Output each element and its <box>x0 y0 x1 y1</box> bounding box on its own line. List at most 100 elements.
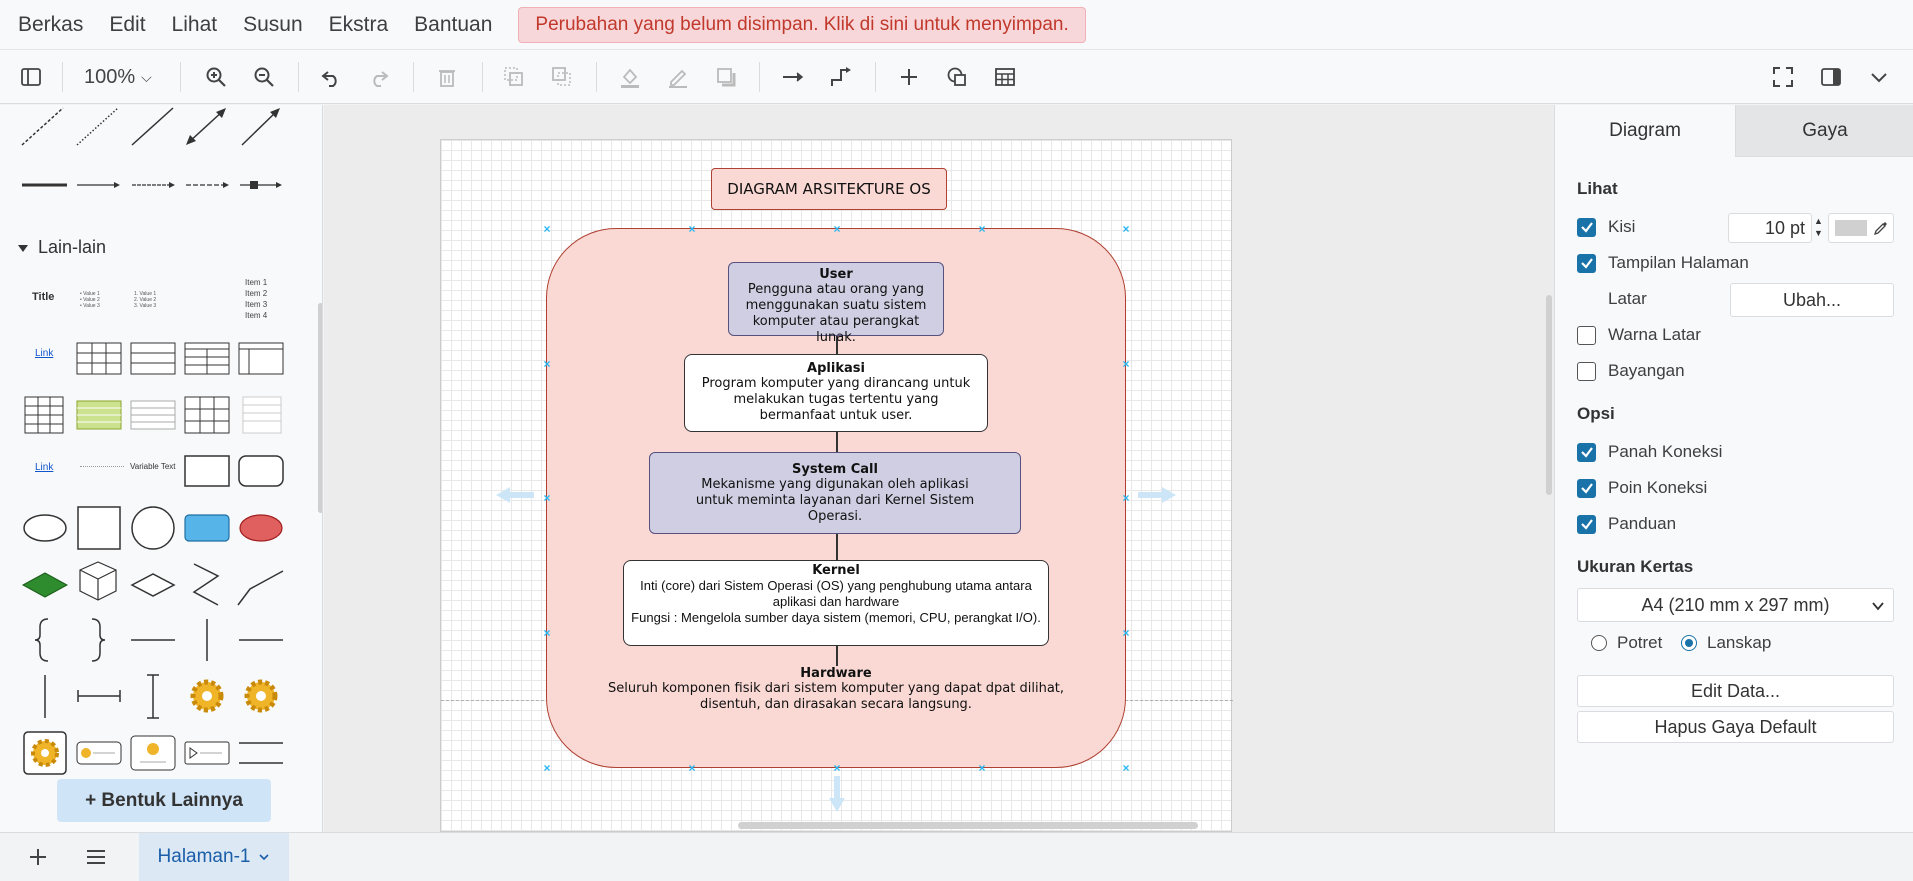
selection-handle[interactable]: × <box>1121 762 1131 774</box>
palette-hatched-rect[interactable] <box>184 514 230 542</box>
selection-handle[interactable]: × <box>977 223 987 235</box>
selection-handle[interactable]: × <box>832 762 842 774</box>
palette-brace-right[interactable] <box>91 618 106 662</box>
shadow-option[interactable]: Bayangan <box>1577 361 1685 381</box>
portrait-radio[interactable] <box>1591 635 1607 651</box>
palette-dotted-line[interactable] <box>76 107 119 146</box>
palette-gear-selected[interactable] <box>23 731 67 775</box>
palette-connector-2[interactable] <box>132 182 175 188</box>
palette-square[interactable] <box>77 506 121 550</box>
shapes-icon[interactable] <box>937 50 977 104</box>
selection-handle[interactable]: × <box>832 223 842 235</box>
palette-connector-4[interactable] <box>240 181 282 189</box>
selection-handle[interactable]: × <box>1121 492 1131 504</box>
palette-zigzag[interactable] <box>192 563 220 606</box>
shadow-checkbox[interactable] <box>1577 361 1596 381</box>
selection-handle[interactable]: × <box>687 762 697 774</box>
palette-green-rhombus[interactable] <box>21 572 69 598</box>
palette-table-7[interactable] <box>184 396 230 434</box>
diagram-title[interactable]: DIAGRAM ARSITEKTURE OS <box>711 168 947 210</box>
connection-arrows-option[interactable]: Panah Koneksi <box>1577 442 1722 462</box>
connection-points-option[interactable]: Poin Koneksi <box>1577 478 1707 498</box>
palette-variable-text[interactable]: Variable Text <box>130 462 176 471</box>
palette-label-gear-2[interactable] <box>130 735 176 771</box>
format-panel-icon[interactable] <box>1811 50 1851 104</box>
selection-handle[interactable]: × <box>1121 358 1131 370</box>
grid-option[interactable]: Kisi <box>1577 217 1635 237</box>
fullscreen-icon[interactable] <box>1763 50 1803 104</box>
node-application[interactable]: Aplikasi Program komputer yang dirancang… <box>684 354 988 432</box>
palette-rect[interactable] <box>184 455 230 487</box>
grid-color-picker[interactable] <box>1828 213 1894 243</box>
node-hardware[interactable]: Hardware Seluruh komponen fisik dari sis… <box>571 666 1101 716</box>
undo-icon[interactable] <box>311 50 351 104</box>
clone-arrow-left-icon[interactable] <box>496 485 536 505</box>
palette-bullet-list[interactable]: • Value 1• Value 2• Value 3 <box>80 291 100 309</box>
node-user[interactable]: User Pengguna atau orang yang menggunaka… <box>728 262 944 345</box>
section-title-misc[interactable]: Lain-lain <box>38 237 106 258</box>
palette-brace-left[interactable] <box>34 618 49 662</box>
connection-points-checkbox[interactable] <box>1577 478 1596 498</box>
connection-arrows-checkbox[interactable] <box>1577 442 1596 462</box>
insert-plus-icon[interactable] <box>889 50 929 104</box>
palette-rounded-rect[interactable] <box>238 455 284 487</box>
menu-file[interactable]: Berkas <box>18 13 83 37</box>
palette-diamond[interactable] <box>130 573 176 597</box>
grid-checkbox[interactable] <box>1577 217 1596 237</box>
collapse-chevron-icon[interactable] <box>1859 50 1899 104</box>
palette-cube[interactable] <box>79 561 117 601</box>
selection-handle[interactable]: × <box>977 762 987 774</box>
zoom-dropdown[interactable]: 100% ⌵ <box>84 50 152 104</box>
pages-menu-icon[interactable] <box>84 845 108 874</box>
grid-size-input[interactable]: 10 pt <box>1728 213 1812 243</box>
orientation-portrait-option[interactable]: Potret <box>1591 633 1662 653</box>
guides-option[interactable]: Panduan <box>1577 514 1676 534</box>
palette-table-grid[interactable] <box>76 342 122 375</box>
palette-item-list[interactable]: Item 1 Item 2 Item 3 Item 4 <box>245 277 267 321</box>
paper-size-select[interactable]: A4 (210 mm x 297 mm) <box>1577 588 1894 622</box>
palette-table-5[interactable] <box>24 396 64 434</box>
drawing-canvas[interactable]: DIAGRAM ARSITEKTURE OS User Pengguna ata… <box>324 105 1554 832</box>
zoom-in-icon[interactable] <box>196 50 236 104</box>
selection-handle[interactable]: × <box>542 358 552 370</box>
edit-data-button[interactable]: Edit Data... <box>1577 675 1894 707</box>
selection-handle[interactable]: × <box>542 223 552 235</box>
palette-connector[interactable] <box>77 182 120 188</box>
selection-handle[interactable]: × <box>542 627 552 639</box>
palette-circle[interactable] <box>131 506 175 550</box>
zoom-out-icon[interactable] <box>244 50 284 104</box>
palette-hatched-ellipse[interactable] <box>239 514 283 542</box>
palette-link-2[interactable]: Link <box>35 462 53 473</box>
palette-horizontal-rule[interactable] <box>80 466 124 467</box>
diagram-page[interactable]: DIAGRAM ARSITEKTURE OS User Pengguna ata… <box>440 139 1233 832</box>
palette-table-2[interactable] <box>130 342 176 375</box>
palette-table-4[interactable] <box>238 342 284 375</box>
selection-handle[interactable]: × <box>542 762 552 774</box>
palette-double-line[interactable] <box>239 742 283 764</box>
orientation-landscape-option[interactable]: Lanskap <box>1681 633 1771 653</box>
palette-slant-line[interactable] <box>237 570 284 606</box>
to-front-icon[interactable] <box>494 50 534 104</box>
selection-handle[interactable]: × <box>1121 223 1131 235</box>
table-icon[interactable] <box>985 50 1025 104</box>
palette-line[interactable] <box>131 107 174 146</box>
connector-app-syscall[interactable] <box>836 432 838 452</box>
palette-table-8[interactable] <box>242 396 282 434</box>
more-shapes-button[interactable]: + Bentuk Lainnya <box>57 779 271 822</box>
clone-arrow-right-icon[interactable] <box>1136 485 1176 505</box>
palette-arrow[interactable] <box>241 108 280 146</box>
canvas-horizontal-scrollbar[interactable] <box>738 822 1198 829</box>
reset-default-style-button[interactable]: Hapus Gaya Default <box>1577 711 1894 743</box>
palette-dashed-line[interactable] <box>21 107 64 146</box>
change-background-button[interactable]: Ubah... <box>1730 283 1894 317</box>
menu-help[interactable]: Bantuan <box>414 13 492 37</box>
connection-arrow-icon[interactable] <box>773 50 813 104</box>
palette-connector-3[interactable] <box>186 182 229 188</box>
node-system-call[interactable]: System Call Mekanisme yang digunakan ole… <box>649 452 1021 534</box>
palette-label-gear[interactable] <box>76 741 122 765</box>
palette-ellipse[interactable] <box>23 514 67 542</box>
unsaved-changes-notice[interactable]: Perubahan yang belum disimpan. Klik di s… <box>518 6 1086 43</box>
palette-table-3[interactable] <box>184 342 230 375</box>
menu-arrange[interactable]: Susun <box>243 13 303 37</box>
waypoints-icon[interactable] <box>821 50 861 104</box>
